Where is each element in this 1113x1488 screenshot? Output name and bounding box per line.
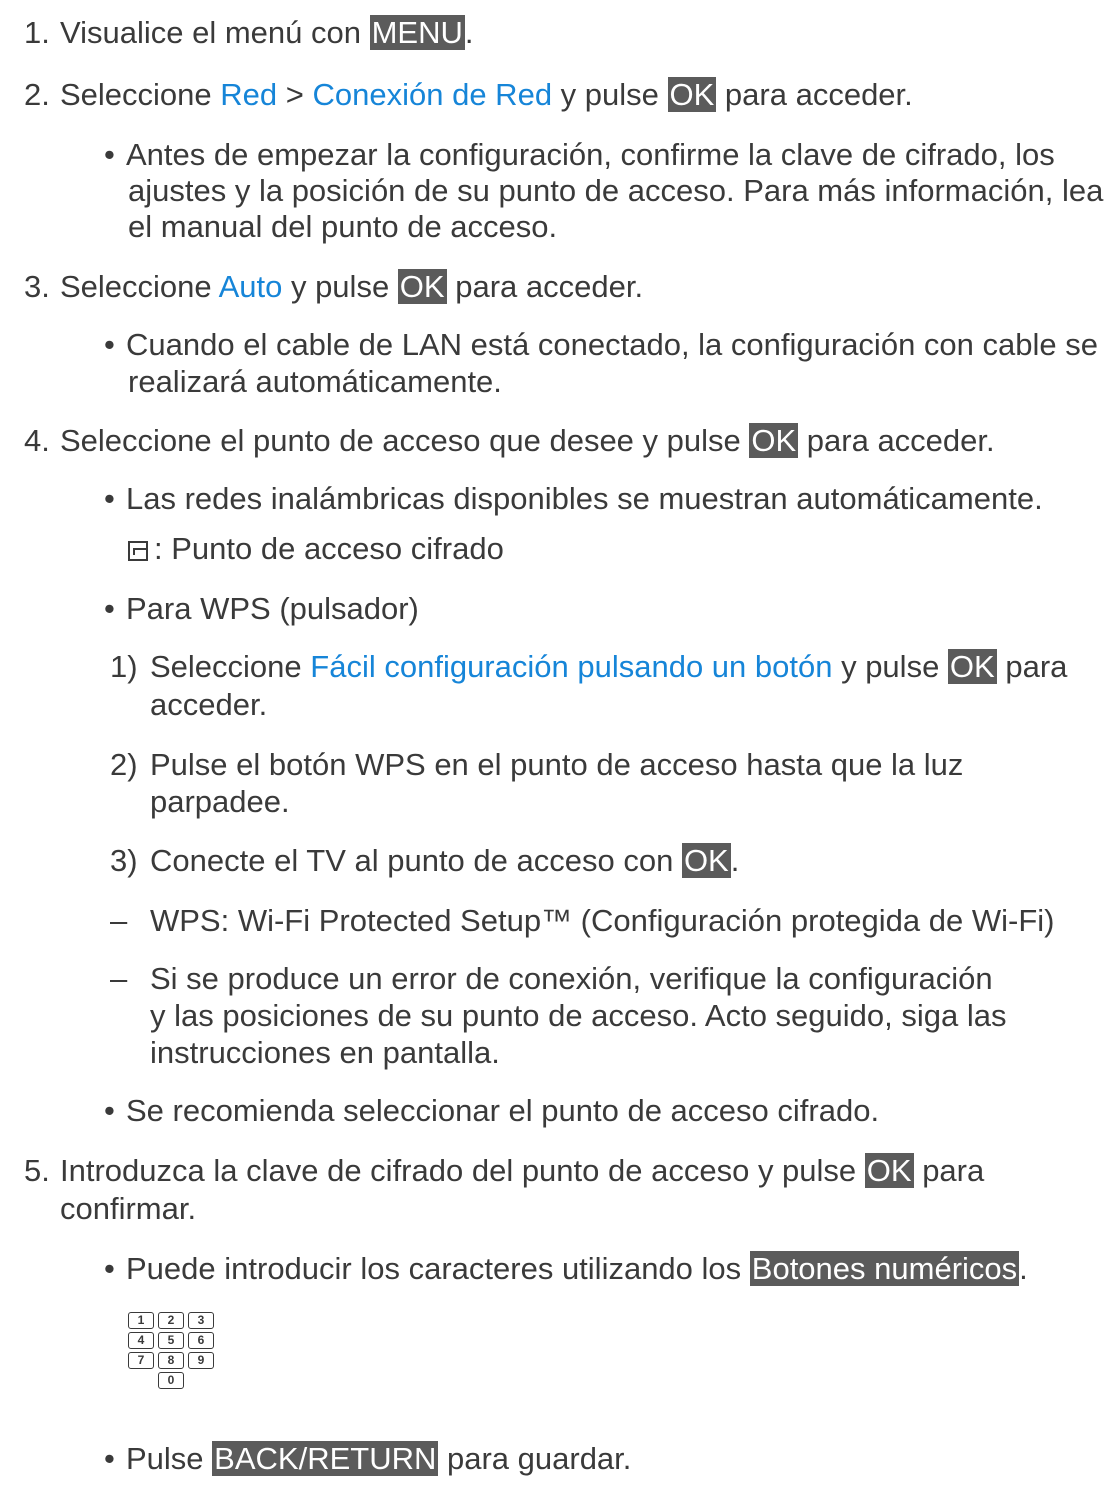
numpad-key-2: 2 bbox=[158, 1312, 184, 1329]
step-4: 4. Seleccione el punto de acceso que dese… bbox=[24, 423, 995, 458]
link-facil-configuracion[interactable]: Fácil configuración pulsando un botón bbox=[310, 649, 832, 684]
link-conexion-de-red[interactable]: Conexión de Red bbox=[313, 77, 553, 112]
wps-step-3: 3) Conecte el TV al punto de acceso con O… bbox=[110, 843, 740, 878]
step-5: 5. Introduzca la clave de cifrado del pun… bbox=[24, 1153, 985, 1188]
numpad-key-5: 5 bbox=[158, 1332, 184, 1349]
ok-key: OK bbox=[397, 269, 447, 304]
step-5-bullet-2: • Pulse BACK/RETURN para guardar. bbox=[104, 1441, 632, 1476]
note-connection-error: – Si se produce un error de conexión, ver… bbox=[110, 961, 993, 996]
back-return-key: BACK/RETURN bbox=[212, 1441, 439, 1476]
wps-step-2-line-2: parpadee. bbox=[150, 784, 290, 819]
encrypted-key-icon bbox=[128, 541, 148, 561]
wps-step-1-line-2: acceder. bbox=[150, 687, 268, 722]
step-1: 1. Visualice el menú con MENU. bbox=[24, 15, 474, 50]
step-3-bullet: • Cuando el cable de LAN está conectado, … bbox=[104, 327, 1098, 362]
step-3-bullet-line-2: realizará automáticamente. bbox=[128, 364, 502, 399]
ok-key: OK bbox=[864, 1153, 914, 1188]
link-auto[interactable]: Auto bbox=[219, 269, 283, 304]
note-connection-error-line-2: y las posiciones de su punto de acceso. … bbox=[150, 998, 1007, 1033]
note-wps-definition: – WPS: Wi-Fi Protected Setup™ (Configurac… bbox=[110, 903, 1055, 938]
menu-key: MENU bbox=[369, 15, 465, 50]
step-5-bullet-1: • Puede introducir los caracteres utiliza… bbox=[104, 1251, 1028, 1286]
step-2-bullet: • Antes de empezar la configuración, conf… bbox=[104, 137, 1055, 172]
step-4-bullet-2: • Para WPS (pulsador) bbox=[104, 591, 419, 626]
link-red[interactable]: Red bbox=[220, 77, 277, 112]
numpad-key-7: 7 bbox=[128, 1352, 154, 1369]
step-2-bullet-line-3: el manual del punto de acceso. bbox=[128, 209, 558, 244]
numpad-key-1: 1 bbox=[128, 1312, 154, 1329]
ok-key: OK bbox=[681, 843, 731, 878]
numeric-buttons-key: Botones numéricos bbox=[749, 1251, 1020, 1286]
numpad-key-9: 9 bbox=[188, 1352, 214, 1369]
ok-key: OK bbox=[947, 649, 997, 684]
numpad-key-4: 4 bbox=[128, 1332, 154, 1349]
numpad-key-6: 6 bbox=[188, 1332, 214, 1349]
ok-key: OK bbox=[667, 77, 717, 112]
numpad-key-8: 8 bbox=[158, 1352, 184, 1369]
wps-step-2: 2) Pulse el botón WPS en el punto de acce… bbox=[110, 747, 964, 782]
numpad-key-0: 0 bbox=[158, 1372, 184, 1389]
step-2-bullet-line-2: ajustes y la posición de su punto de acc… bbox=[128, 173, 1104, 208]
step-4-bullet-1: • Las redes inalámbricas disponibles se m… bbox=[104, 481, 1043, 516]
note-connection-error-line-3: instrucciones en pantalla. bbox=[150, 1035, 500, 1070]
wps-step-1: 1) Seleccione Fácil configuración pulsand… bbox=[110, 649, 1068, 684]
ok-key: OK bbox=[749, 423, 799, 458]
numpad-key-3: 3 bbox=[188, 1312, 214, 1329]
step-5-line-2: confirmar. bbox=[60, 1191, 197, 1226]
encrypted-access-point-legend: : Punto de acceso cifrado bbox=[128, 530, 504, 568]
step-4-bullet-3: • Se recomienda seleccionar el punto de a… bbox=[104, 1093, 880, 1128]
step-3: 3. Seleccione Auto y pulse OK para accede… bbox=[24, 269, 644, 304]
step-2: 2. Seleccione Red > Conexión de Red y pul… bbox=[24, 77, 913, 112]
